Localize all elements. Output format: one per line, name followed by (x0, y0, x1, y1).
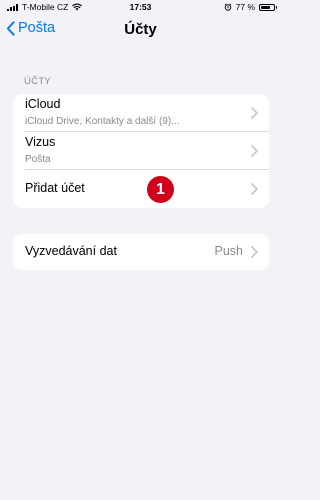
fetch-data-row[interactable]: Vyzvedávání dat Push (13, 234, 269, 270)
account-row-icloud[interactable]: iCloud iCloud Drive, Kontakty a další (9… (13, 94, 269, 132)
status-bar: T-Mobile CZ 17:53 77 % (0, 0, 281, 14)
battery-icon (259, 3, 277, 11)
add-account-row[interactable]: Přidat účet (13, 170, 269, 208)
add-account-label: Přidat účet (25, 181, 85, 195)
account-subtitle: iCloud Drive, Kontakty a další (9)... (25, 116, 180, 127)
accounts-list: iCloud iCloud Drive, Kontakty a další (9… (13, 94, 269, 208)
fetch-data-label: Vyzvedávání dat (25, 244, 117, 258)
battery-fill (261, 5, 271, 9)
callout-number-badge: 1 (147, 176, 174, 203)
account-title: Vizus (25, 135, 56, 149)
page-title: Účty (124, 21, 157, 38)
account-row-vizus[interactable]: Vizus Pošta (13, 132, 269, 170)
chevron-right-icon (251, 183, 258, 195)
status-right: 77 % (224, 2, 277, 12)
battery-percent: 77 % (235, 2, 255, 12)
alarm-icon (224, 3, 231, 11)
chevron-right-icon (251, 145, 258, 157)
account-title: iCloud (25, 97, 61, 111)
navigation-bar: Pošta Účty (0, 16, 281, 44)
chevron-right-icon (251, 246, 258, 258)
account-subtitle: Pošta (25, 154, 51, 165)
accounts-section-header: ÚČTY (24, 76, 52, 87)
fetch-data-group: Vyzvedávání dat Push (13, 234, 269, 270)
fetch-data-value: Push (214, 244, 244, 258)
chevron-right-icon (251, 107, 258, 119)
